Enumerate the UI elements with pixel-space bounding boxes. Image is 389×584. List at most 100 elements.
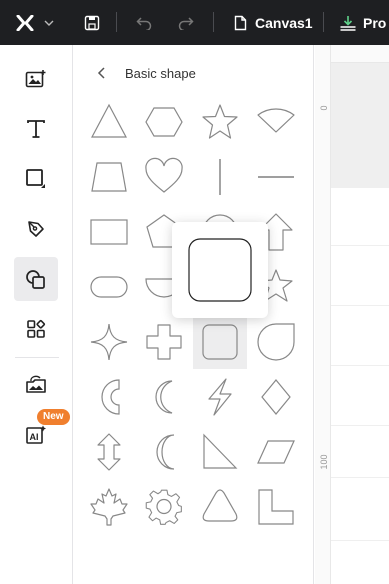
toolbar-divider — [116, 12, 117, 32]
shape-rounded-square[interactable] — [193, 315, 247, 369]
shape-parallelogram[interactable] — [249, 425, 303, 479]
horizontal-ruler — [331, 45, 389, 63]
shape-hexagon[interactable] — [137, 95, 191, 149]
shape-triangle[interactable] — [82, 95, 136, 149]
shape-l-shape[interactable] — [249, 480, 303, 534]
toolbar-divider — [323, 12, 324, 32]
logo-icon[interactable] — [14, 0, 36, 45]
ai-image-icon: AI — [26, 425, 46, 444]
shape-rounded-triangle[interactable] — [193, 480, 247, 534]
image-plus-icon — [25, 70, 46, 88]
teardrop-icon — [257, 323, 295, 361]
rail-item-shape[interactable] — [14, 157, 58, 201]
rail-item-pen[interactable] — [14, 207, 58, 251]
pro-button[interactable]: Pro — [363, 0, 389, 45]
grid-line — [331, 540, 389, 541]
canvas-area[interactable]: 0 100 — [315, 45, 389, 584]
pro-button-label: Pro — [363, 14, 387, 31]
rail-item-elements[interactable] — [14, 257, 58, 301]
canvas-name-label: Canvas1 — [255, 14, 313, 31]
thick-crescent-icon — [101, 379, 120, 415]
rail-item-apps[interactable] — [14, 307, 58, 351]
l-shape-icon — [258, 489, 294, 525]
shape-teardrop[interactable] — [249, 315, 303, 369]
shape-horizontal-line[interactable] — [249, 150, 303, 204]
ruler-label-100: 100 — [319, 454, 329, 470]
shape-heart[interactable] — [137, 150, 191, 204]
shape-trapezoid[interactable] — [82, 150, 136, 204]
rounded-rect-icon — [90, 276, 128, 298]
shape-gear[interactable] — [137, 480, 191, 534]
shape-lightning[interactable] — [193, 370, 247, 424]
toolbar-divider — [213, 12, 214, 32]
rectangle-icon — [90, 219, 128, 245]
trapezoid-icon — [91, 162, 127, 192]
tool-rail: AI New — [0, 45, 73, 584]
top-toolbar: Canvas1 Pro — [0, 0, 389, 45]
canvas-name[interactable]: Canvas1 — [255, 0, 313, 45]
undo-icon[interactable] — [132, 0, 156, 45]
shape-moon[interactable] — [137, 425, 191, 479]
shape-thick-crescent[interactable] — [82, 370, 136, 424]
redo-icon[interactable] — [174, 0, 198, 45]
crescent-icon — [155, 380, 173, 414]
grid-line — [331, 365, 389, 366]
shape-vertical-line[interactable] — [193, 150, 247, 204]
shape-fan[interactable] — [249, 95, 303, 149]
pen-tool-icon — [28, 221, 44, 237]
vertical-ruler: 0 100 — [315, 45, 331, 584]
maple-leaf-icon — [90, 488, 128, 526]
cloud-image-icon — [26, 375, 46, 393]
document-icon — [230, 0, 250, 45]
right-triangle-icon — [203, 433, 238, 469]
rail-item-image[interactable] — [14, 57, 58, 101]
rounded-square-preview-icon — [188, 238, 252, 302]
ruler-label-0: 0 — [319, 105, 329, 111]
moon-icon — [156, 434, 175, 470]
star-icon — [202, 104, 238, 139]
grid-line — [331, 305, 389, 306]
diamond-icon — [261, 379, 291, 415]
new-badge: New — [37, 409, 70, 425]
rounded-triangle-icon — [202, 489, 238, 522]
shape-right-triangle[interactable] — [193, 425, 247, 479]
shape-diamond[interactable] — [249, 370, 303, 424]
shape-four-point-star[interactable] — [82, 315, 136, 369]
shape-preview-popup — [172, 222, 268, 318]
chevron-down-icon[interactable] — [40, 0, 58, 45]
horizontal-line-icon — [258, 176, 294, 178]
grid-line — [331, 245, 389, 246]
hexagon-icon — [145, 107, 183, 137]
cross-icon — [146, 324, 182, 360]
shapes-icon — [26, 270, 45, 289]
shape-maple-leaf[interactable] — [82, 480, 136, 534]
shape-crescent[interactable] — [137, 370, 191, 424]
double-arrow-icon — [97, 433, 121, 471]
gear-icon — [145, 489, 182, 525]
canvas-page[interactable] — [331, 63, 389, 188]
four-point-star-icon — [90, 323, 128, 361]
shape-star[interactable] — [193, 95, 247, 149]
shape-double-arrow[interactable] — [82, 425, 136, 479]
shape-rounded-rect[interactable] — [82, 260, 136, 314]
shape-cross[interactable] — [137, 315, 191, 369]
parallelogram-icon — [257, 440, 295, 464]
triangle-icon — [91, 103, 127, 138]
rail-item-text[interactable] — [14, 107, 58, 151]
grid-line — [331, 425, 389, 426]
back-chevron-icon[interactable] — [94, 65, 110, 81]
lightning-icon — [208, 378, 232, 416]
grid-line — [331, 477, 389, 478]
apps-icon — [27, 319, 46, 338]
rail-divider — [15, 357, 59, 358]
text-icon — [27, 120, 45, 138]
rounded-square-icon — [202, 324, 238, 360]
heart-icon — [145, 157, 183, 193]
panel-title: Basic shape — [125, 66, 196, 81]
save-icon[interactable] — [80, 0, 104, 45]
vertical-line-icon — [219, 159, 221, 195]
fan-icon — [257, 108, 295, 133]
download-icon[interactable] — [337, 0, 359, 45]
shape-rectangle[interactable] — [82, 205, 136, 259]
rail-item-uploads[interactable] — [14, 363, 58, 407]
